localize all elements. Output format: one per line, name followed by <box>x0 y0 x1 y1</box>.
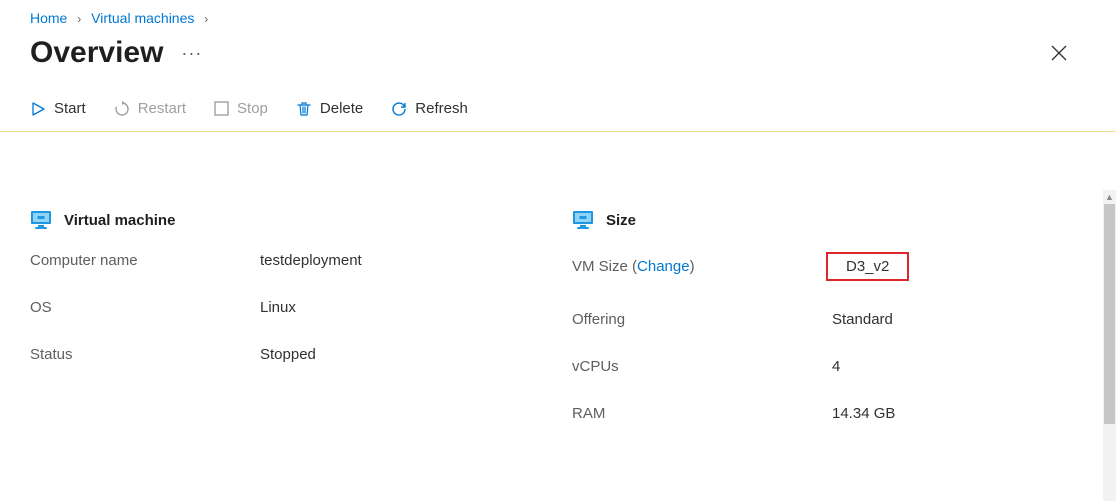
restart-icon <box>114 101 130 117</box>
delete-label: Delete <box>320 100 363 117</box>
size-section-title: Size <box>606 212 636 229</box>
content-scroll-area: Virtual machine Computer name testdeploy… <box>0 190 1104 501</box>
close-button[interactable] <box>1050 44 1068 62</box>
refresh-button[interactable]: Refresh <box>391 100 468 117</box>
scroll-up-arrow-icon: ▲ <box>1103 190 1116 204</box>
vm-size-value-wrap: D3_v2 <box>832 252 909 281</box>
page-title: Overview <box>30 36 163 70</box>
start-button[interactable]: Start <box>30 100 86 117</box>
stop-button: Stop <box>214 100 268 117</box>
ram-value: 14.34 GB <box>832 405 895 422</box>
status-value: Stopped <box>260 346 316 363</box>
refresh-icon <box>391 101 407 117</box>
breadcrumb-home[interactable]: Home <box>30 10 67 26</box>
close-icon <box>1050 44 1068 62</box>
os-value: Linux <box>260 299 296 316</box>
offering-value: Standard <box>832 311 893 328</box>
refresh-label: Refresh <box>415 100 468 117</box>
chevron-right-icon: › <box>77 12 81 26</box>
os-label: OS <box>30 299 260 316</box>
vm-size-label: VM Size (Change) <box>572 258 832 275</box>
chevron-right-icon: › <box>204 12 208 26</box>
vm-size-label-suffix: ) <box>690 258 695 275</box>
play-icon <box>30 101 46 117</box>
page-header: Overview ··· <box>0 32 1116 90</box>
change-vm-size-link[interactable]: Change <box>637 258 690 275</box>
stop-label: Stop <box>237 100 268 117</box>
breadcrumb: Home › Virtual machines › <box>0 0 1116 32</box>
vcpus-value: 4 <box>832 358 840 375</box>
vm-section-title: Virtual machine <box>64 212 175 229</box>
computer-name-label: Computer name <box>30 252 260 269</box>
computer-name-value: testdeployment <box>260 252 362 269</box>
vm-monitor-icon <box>30 210 52 230</box>
scrollbar-thumb[interactable] <box>1104 204 1115 424</box>
trash-icon <box>296 101 312 117</box>
breadcrumb-virtual-machines[interactable]: Virtual machines <box>91 10 194 26</box>
toolbar: Start Restart Stop Delete Refresh <box>0 90 1116 132</box>
offering-label: Offering <box>572 311 832 328</box>
vm-size-label-prefix: VM Size ( <box>572 258 637 275</box>
status-label: Status <box>30 346 260 363</box>
stop-icon <box>214 101 229 116</box>
restart-button: Restart <box>114 100 186 117</box>
ram-label: RAM <box>572 405 832 422</box>
delete-button[interactable]: Delete <box>296 100 363 117</box>
restart-label: Restart <box>138 100 186 117</box>
size-monitor-icon <box>572 210 594 230</box>
virtual-machine-section: Virtual machine Computer name testdeploy… <box>30 210 532 452</box>
start-label: Start <box>54 100 86 117</box>
vm-size-value: D3_v2 <box>826 252 909 281</box>
size-section: Size VM Size (Change) D3_v2 Offering Sta… <box>572 210 1074 452</box>
vcpus-label: vCPUs <box>572 358 832 375</box>
vertical-scrollbar[interactable]: ▲ <box>1103 190 1116 501</box>
more-actions-button[interactable]: ··· <box>181 43 202 64</box>
